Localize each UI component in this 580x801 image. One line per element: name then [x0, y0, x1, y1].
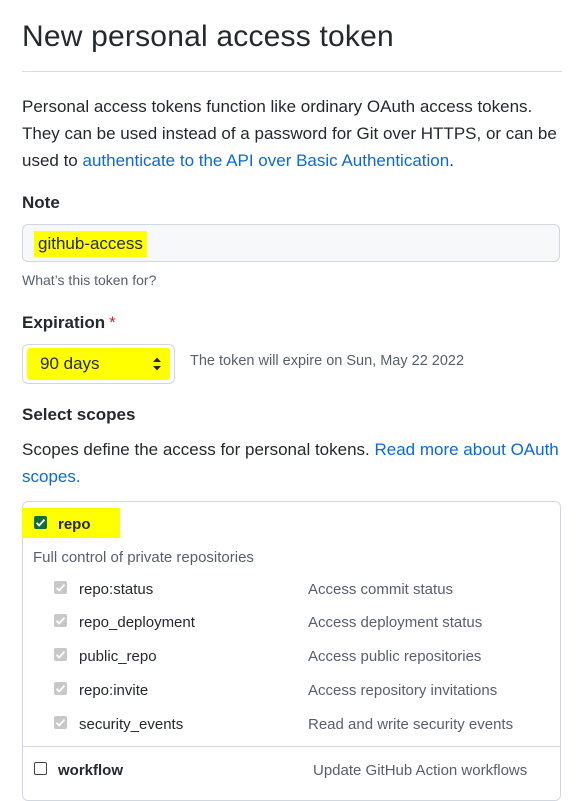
workflow-checkbox[interactable]	[34, 762, 47, 775]
sub-scope-description: Access repository invitations	[308, 682, 498, 699]
sub-scope-name: repo:invite	[79, 682, 149, 699]
sub-scope-row: repo:invite Access repository invitation…	[22, 680, 561, 704]
note-label: Note	[22, 193, 60, 212]
sub-scope-name: repo_deployment	[79, 614, 195, 631]
expiration-label-text: Expiration	[22, 313, 106, 332]
checkmark-icon	[55, 616, 66, 625]
required-mark: *	[109, 313, 116, 332]
workflow-scope-name: workflow	[58, 762, 124, 779]
scopes-heading: Select scopes	[22, 405, 136, 424]
sub-scope-name: public_repo	[79, 648, 157, 665]
scope-group-divider	[22, 746, 561, 747]
repo-invite-checkbox[interactable]	[54, 682, 67, 695]
checkmark-icon	[35, 518, 46, 527]
sub-scope-description: Access commit status	[308, 581, 454, 598]
page-title: New personal access token	[22, 20, 394, 53]
scopes-description: Scopes define the access for personal to…	[22, 436, 567, 490]
sub-scope-row: repo:status Access commit status	[22, 579, 561, 603]
checkmark-icon	[55, 684, 66, 693]
expiration-label: Expiration *	[22, 313, 116, 333]
updown-chevron-icon	[153, 357, 161, 371]
basic-auth-link[interactable]: authenticate to the API over Basic Authe…	[83, 151, 450, 170]
scopes-description-text: Scopes define the access for personal to…	[22, 440, 375, 459]
sub-scope-description: Read and write security events	[308, 716, 514, 733]
intro-text-end: .	[449, 151, 454, 170]
expiration-select[interactable]: 90 days	[22, 344, 175, 384]
checkmark-icon	[55, 583, 66, 592]
repo-deployment-checkbox[interactable]	[54, 614, 67, 627]
workflow-scope-description: Update GitHub Action workflows	[313, 762, 528, 779]
note-input-value: github-access	[34, 231, 147, 257]
repo-status-checkbox[interactable]	[54, 581, 67, 594]
sub-scope-description: Access public repositories	[308, 648, 482, 665]
repo-checkbox[interactable]	[34, 516, 47, 529]
sub-scope-row: public_repo Access public repositories	[22, 646, 561, 670]
checkmark-icon	[55, 650, 66, 659]
repo-scope-name: repo	[58, 516, 91, 533]
checkmark-icon	[55, 718, 66, 727]
sub-scope-name: repo:status	[79, 581, 154, 598]
expiration-selected-value: 90 days	[40, 354, 100, 373]
expiration-message: The token will expire on Sun, May 22 202…	[190, 353, 465, 369]
sub-scope-name: security_events	[79, 716, 184, 733]
security-events-checkbox[interactable]	[54, 716, 67, 729]
expiration-select-highlight: 90 days	[27, 348, 170, 380]
note-hint: What’s this token for?	[22, 272, 157, 288]
intro-text: Personal access tokens function like ord…	[22, 93, 567, 174]
sub-scope-description: Access deployment status	[308, 614, 483, 631]
title-divider	[22, 71, 562, 72]
public-repo-checkbox[interactable]	[54, 648, 67, 661]
note-input[interactable]: github-access	[22, 224, 560, 262]
repo-scope-description: Full control of private repositories	[33, 549, 254, 566]
sub-scope-row: security_events Read and write security …	[22, 714, 561, 738]
sub-scope-row: repo_deployment Access deployment status	[22, 612, 561, 636]
